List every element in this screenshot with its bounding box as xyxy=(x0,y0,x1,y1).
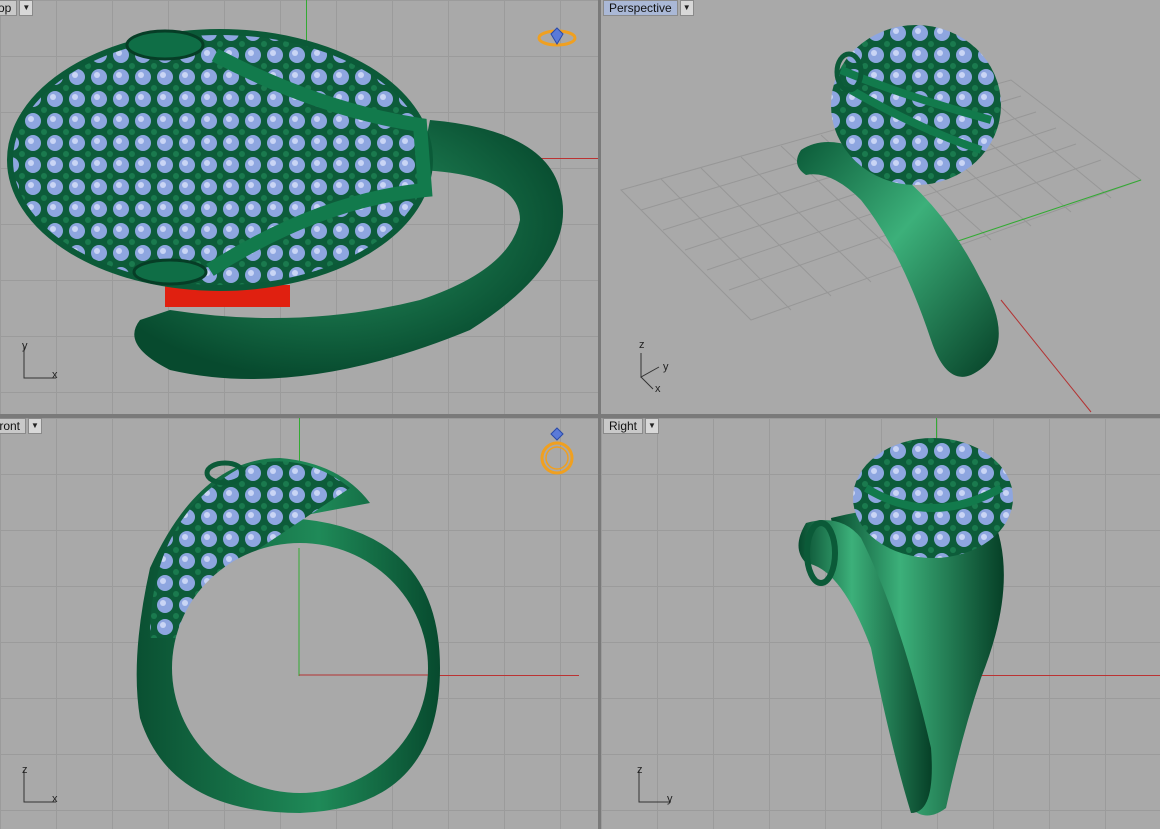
axis-triad-top: y x xyxy=(16,340,76,400)
viewport-top-label[interactable]: Top ▼ xyxy=(0,0,34,16)
dropdown-arrow-icon[interactable]: ▼ xyxy=(19,0,34,16)
axis-label-y: y xyxy=(667,793,673,805)
viewport-perspective[interactable]: Perspective ▼ z y x xyxy=(601,0,1160,414)
viewport-front-name[interactable]: Front xyxy=(0,418,27,434)
viewport-front[interactable]: Front ▼ z x xyxy=(0,418,598,829)
dropdown-arrow-icon[interactable]: ▼ xyxy=(28,418,43,434)
viewport-perspective-name[interactable]: Perspective xyxy=(603,0,678,16)
dropdown-arrow-icon[interactable]: ▼ xyxy=(679,0,694,16)
axis-label-z: z xyxy=(639,339,645,351)
viewport-perspective-label[interactable]: Perspective ▼ xyxy=(603,0,694,16)
axis-triad-front: z x xyxy=(16,764,76,824)
ring-model-top-view xyxy=(7,29,564,379)
viewport-right-name[interactable]: Right xyxy=(603,418,644,434)
dropdown-arrow-icon[interactable]: ▼ xyxy=(645,418,660,434)
axis-triad-right: z y xyxy=(631,764,691,824)
viewport-front-label[interactable]: Front ▼ xyxy=(0,418,43,434)
axis-label-x: x xyxy=(52,793,58,805)
axis-label-y: y xyxy=(663,361,669,373)
viewport-right-label[interactable]: Right ▼ xyxy=(603,418,660,434)
axis-label-x: x xyxy=(655,383,661,395)
axis-label-x: x xyxy=(52,369,58,381)
ring-diamond-icon[interactable] xyxy=(536,26,578,48)
ring-model-front-view xyxy=(136,458,440,813)
viewport-top[interactable]: Top ▼ y x xyxy=(0,0,598,414)
ring-icon[interactable] xyxy=(536,426,578,478)
viewport-right[interactable]: Right ▼ z y xyxy=(601,418,1160,829)
axis-triad-perspective: z y x xyxy=(631,339,691,405)
axis-label-z: z xyxy=(637,764,643,776)
axis-label-y: y xyxy=(22,340,28,352)
viewport-top-name[interactable]: Top xyxy=(0,0,18,16)
axis-label-z: z xyxy=(22,764,28,776)
